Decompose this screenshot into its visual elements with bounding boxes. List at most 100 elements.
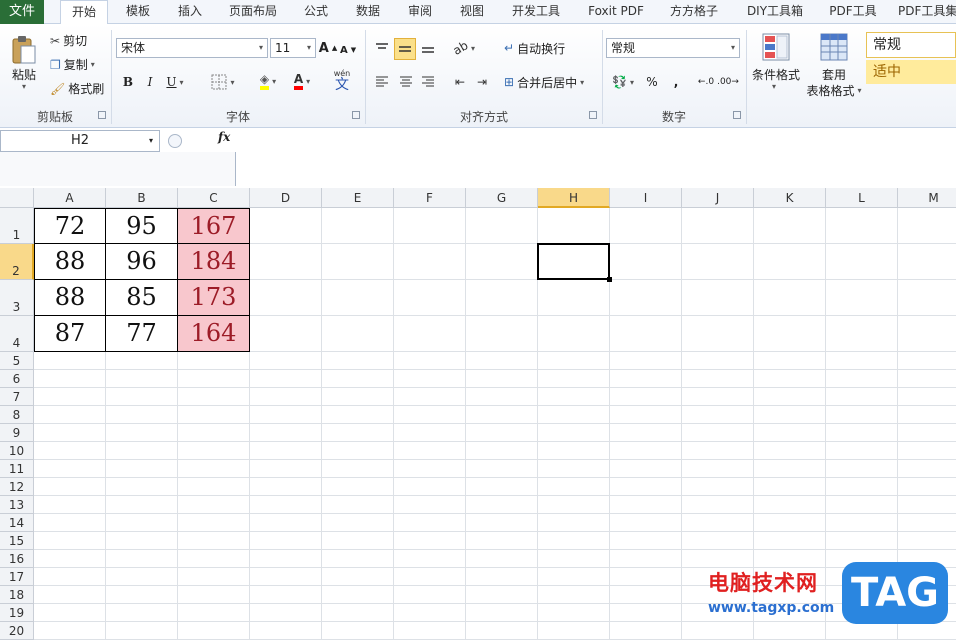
fx-icon[interactable]: fx — [218, 130, 230, 144]
tab-insert[interactable]: 插入 — [168, 0, 212, 24]
tab-developer[interactable]: 开发工具 — [504, 0, 568, 24]
decrease-decimal-button[interactable]: .00→ — [717, 72, 739, 92]
align-right-button[interactable] — [418, 72, 438, 92]
column-header-a[interactable]: A — [34, 188, 106, 208]
border-button[interactable]: ▾ — [206, 72, 240, 92]
cell-b4[interactable]: 77 — [106, 316, 178, 352]
row-header-6[interactable]: 6 — [0, 370, 34, 388]
column-header-m[interactable]: M — [898, 188, 956, 208]
orientation-button[interactable]: ab ▾ — [450, 38, 478, 58]
active-cell-h2[interactable] — [537, 243, 612, 282]
table-format-label-1[interactable]: 套用 — [814, 66, 854, 83]
column-header-j[interactable]: J — [682, 188, 754, 208]
align-left-button[interactable] — [372, 72, 392, 92]
formula-input[interactable] — [236, 130, 956, 186]
wrap-text-button[interactable]: ↵ 自动换行 — [504, 38, 565, 58]
formula-expand-handle[interactable] — [168, 134, 182, 148]
column-header-k[interactable]: K — [754, 188, 826, 208]
column-header-h[interactable]: H — [538, 188, 610, 208]
row-header-12[interactable]: 12 — [0, 478, 34, 496]
row-header-8[interactable]: 8 — [0, 406, 34, 424]
copy-button[interactable]: ❐ 复制 ▾ — [50, 56, 95, 73]
cell-b1[interactable]: 95 — [106, 208, 178, 244]
currency-button[interactable]: 💱 ▾ — [610, 72, 636, 92]
style-normal[interactable]: 常规 — [866, 32, 956, 58]
cell-a1[interactable]: 72 — [34, 208, 106, 244]
row-header-9[interactable]: 9 — [0, 424, 34, 442]
row-header-2[interactable]: 2 — [0, 244, 34, 280]
cell-c1[interactable]: 167 — [178, 208, 250, 244]
column-header-l[interactable]: L — [826, 188, 898, 208]
row-header-5[interactable]: 5 — [0, 352, 34, 370]
tab-page-layout[interactable]: 页面布局 — [222, 0, 284, 24]
underline-button[interactable]: U ▾ — [164, 72, 186, 92]
row-header-1[interactable]: 1 — [0, 208, 34, 244]
row-header-11[interactable]: 11 — [0, 460, 34, 478]
cell-b3[interactable]: 85 — [106, 280, 178, 316]
tab-diy-toolbox[interactable]: DIY工具箱 — [740, 0, 810, 24]
tab-formula[interactable]: 公式 — [294, 0, 338, 24]
align-center-button[interactable] — [396, 72, 416, 92]
row-header-18[interactable]: 18 — [0, 586, 34, 604]
decrease-indent-button[interactable]: ⇤ — [450, 72, 470, 92]
cell-c3[interactable]: 173 — [178, 280, 250, 316]
conditional-format-label[interactable]: 条件格式 — [748, 66, 804, 83]
shrink-font-button[interactable]: A ▼ — [340, 40, 356, 60]
alignment-launcher[interactable] — [589, 111, 597, 119]
column-header-i[interactable]: I — [610, 188, 682, 208]
table-format-label-2[interactable]: 表格格式 ▾ — [804, 82, 864, 99]
phonetic-button[interactable]: wén 文 — [326, 68, 358, 94]
align-middle-button[interactable] — [394, 38, 416, 60]
increase-indent-button[interactable]: ⇥ — [472, 72, 492, 92]
cell-a2[interactable]: 88 — [34, 244, 106, 280]
increase-decimal-button[interactable]: ←.0 — [696, 72, 716, 92]
table-format-button[interactable] — [814, 30, 854, 64]
row-header-13[interactable]: 13 — [0, 496, 34, 514]
row-header-17[interactable]: 17 — [0, 568, 34, 586]
comma-button[interactable]: , — [668, 72, 684, 92]
select-all-corner[interactable] — [0, 188, 34, 208]
style-neutral[interactable]: 适中 — [866, 60, 956, 84]
bold-button[interactable]: B — [120, 72, 136, 92]
column-header-f[interactable]: F — [394, 188, 466, 208]
cell-c4[interactable]: 164 — [178, 316, 250, 352]
row-header-3[interactable]: 3 — [0, 280, 34, 316]
cell-c2[interactable]: 184 — [178, 244, 250, 280]
row-header-7[interactable]: 7 — [0, 388, 34, 406]
conditional-format-dropdown[interactable]: ▾ — [768, 82, 780, 91]
percent-button[interactable]: % — [642, 72, 662, 92]
row-header-14[interactable]: 14 — [0, 514, 34, 532]
cell-a3[interactable]: 88 — [34, 280, 106, 316]
tab-foxit-pdf[interactable]: Foxit PDF — [582, 0, 650, 24]
align-bottom-button[interactable] — [418, 38, 438, 58]
tab-fangfang[interactable]: 方方格子 — [662, 0, 726, 24]
merge-center-button[interactable]: ⊞ 合并后居中 ▾ — [504, 72, 584, 92]
column-header-g[interactable]: G — [466, 188, 538, 208]
column-header-b[interactable]: B — [106, 188, 178, 208]
row-header-16[interactable]: 16 — [0, 550, 34, 568]
column-header-e[interactable]: E — [322, 188, 394, 208]
tab-pdf-toolset[interactable]: PDF工具集 — [898, 0, 956, 24]
file-tab[interactable]: 文件 — [0, 0, 44, 24]
row-header-20[interactable]: 20 — [0, 622, 34, 640]
number-format-select[interactable]: 常规 ▾ — [606, 38, 740, 58]
paste-label[interactable]: 粘贴 — [8, 66, 40, 83]
column-header-c[interactable]: C — [178, 188, 250, 208]
cut-button[interactable]: ✂ 剪切 — [50, 32, 87, 49]
tab-pdf-tools[interactable]: PDF工具 — [824, 0, 882, 24]
tab-view[interactable]: 视图 — [450, 0, 494, 24]
number-launcher[interactable] — [733, 111, 741, 119]
align-top-button[interactable] — [372, 38, 392, 58]
clipboard-launcher[interactable] — [98, 111, 106, 119]
conditional-format-button[interactable] — [756, 30, 796, 64]
tab-review[interactable]: 审阅 — [398, 0, 442, 24]
column-header-d[interactable]: D — [250, 188, 322, 208]
font-color-button[interactable]: A ▾ — [286, 70, 318, 92]
row-header-19[interactable]: 19 — [0, 604, 34, 622]
cell-b2[interactable]: 96 — [106, 244, 178, 280]
row-header-15[interactable]: 15 — [0, 532, 34, 550]
fill-color-button[interactable]: ◈ ▾ — [252, 70, 284, 92]
row-header-4[interactable]: 4 — [0, 316, 34, 352]
font-size-select[interactable]: 11 ▾ — [270, 38, 316, 58]
cell-a4[interactable]: 87 — [34, 316, 106, 352]
